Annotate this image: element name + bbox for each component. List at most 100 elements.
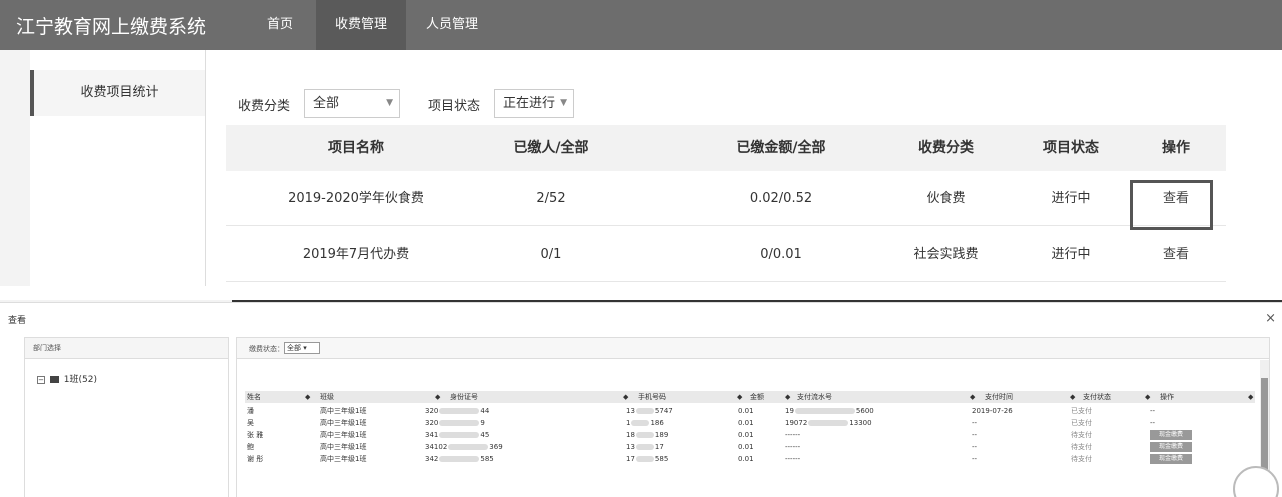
sidebar: 收费项目统计 [30, 50, 206, 286]
table-row: 吴 高中三年级1班 320 9 1 186 0.01 19072 13300 -- 已… [245, 417, 1255, 429]
id-suffix: 44 [480, 407, 490, 415]
folder-icon [49, 376, 59, 383]
col-name[interactable]: 姓名 [247, 391, 261, 403]
close-icon[interactable]: × [1265, 311, 1276, 326]
sidebar-item-fee-stats[interactable]: 收费项目统计 [30, 70, 205, 116]
cell-serial: ------ [785, 431, 801, 439]
redaction [439, 420, 480, 426]
phone-suffix: 186 [650, 419, 664, 427]
phone-prefix: 17 [626, 455, 635, 463]
cell-phone: 13 17 [626, 441, 664, 453]
id-suffix: 9 [480, 419, 485, 427]
col-serial[interactable]: 支付流水号 [797, 391, 832, 403]
nav-home[interactable]: 首页 [250, 0, 310, 50]
cell-pay-status: 待支付 [1071, 443, 1092, 451]
table-row: 谢 彤 高中三年级1班 342 585 17 585 0.01 ------ -- … [245, 453, 1255, 465]
cell-serial: 19072 13300 [785, 417, 872, 429]
id-prefix: 320 [425, 419, 439, 427]
serial-suffix: 13300 [849, 419, 872, 427]
highlight-frame [1130, 180, 1213, 230]
sort-icon[interactable]: ◆ [623, 391, 628, 403]
nav-fee-management[interactable]: 收费管理 [316, 0, 406, 50]
cell-action: -- [1150, 419, 1156, 427]
redaction [439, 408, 480, 414]
id-suffix: 369 [489, 443, 503, 451]
status: 进行中 [1051, 191, 1091, 206]
table-header: 项目名称 已缴人/全部 已缴金额/全部 收费分类 项目状态 操作 [226, 125, 1226, 171]
cell-action: -- [1150, 407, 1156, 415]
cell-pay-status: 已支付 [1071, 419, 1092, 427]
project-name: 2019年7月代办费 [302, 247, 410, 262]
table-row: 潘 高中三年级1班 320 44 13 5747 0.01 19 5600 2019-… [245, 405, 1255, 417]
sort-icon[interactable]: ◆ [435, 391, 440, 403]
cell-amount: 0.01 [738, 443, 754, 451]
cell-pay-time: -- [972, 431, 978, 439]
cell-serial: ------ [785, 455, 801, 463]
col-id-number[interactable]: 身份证号 [450, 391, 478, 403]
col-amount[interactable]: 金额 [750, 391, 764, 403]
cell-pay-status: 已支付 [1071, 407, 1092, 415]
cell-class: 高中三年级1班 [320, 455, 367, 463]
cell-class: 高中三年级1班 [320, 431, 367, 439]
pay-status-select[interactable]: 全部 ▾ [284, 342, 320, 354]
sort-icon[interactable]: ◆ [1248, 391, 1253, 403]
sort-icon[interactable]: ◆ [970, 391, 975, 403]
sort-icon[interactable]: ◆ [737, 391, 742, 403]
tree-node-class[interactable]: − 1班(52) [37, 372, 97, 385]
phone-prefix: 18 [626, 431, 635, 439]
cell-name: 吴 [247, 419, 254, 427]
table-row: 2019-2020学年伙食费 2/52 0.02/0.52 伙食费 进行中 查看 [226, 171, 1226, 226]
main-content: 收费分类 全部 ▼ 项目状态 正在进行 ▼ 项目名称 已缴人/全部 已缴金额/全… [206, 50, 1282, 286]
cell-pay-status: 待支付 [1071, 431, 1092, 439]
collapse-icon[interactable]: − [37, 375, 45, 384]
cell-pay-status: 待支付 [1071, 455, 1092, 463]
category: 伙食费 [926, 191, 966, 206]
status-filter-label: 项目状态 [428, 99, 481, 114]
redaction [439, 432, 480, 438]
view-link[interactable]: 查看 [1146, 227, 1206, 282]
cell-amount: 0.01 [738, 455, 754, 463]
cash-pay-button[interactable]: 现金缴费 [1150, 430, 1192, 440]
cell-class: 高中三年级1班 [320, 407, 367, 415]
status-select[interactable]: 正在进行 ▼ [494, 89, 574, 118]
status: 进行中 [1051, 247, 1091, 262]
col-pay-time[interactable]: 支付时间 [985, 391, 1013, 403]
cell-id-number: 320 44 [425, 405, 489, 417]
cash-pay-button[interactable]: 现金缴费 [1150, 442, 1192, 452]
cell-name: 谢 彤 [247, 455, 264, 463]
category-select[interactable]: 全部 ▼ [304, 89, 400, 118]
col-paid-amount: 已缴金额/全部 [736, 140, 826, 156]
cell-amount: 0.01 [738, 419, 754, 427]
paid-amount: 0.02/0.52 [749, 191, 813, 206]
sort-icon[interactable]: ◆ [785, 391, 790, 403]
col-class[interactable]: 班级 [320, 391, 334, 403]
col-phone[interactable]: 手机号码 [638, 391, 666, 403]
sort-icon[interactable]: ◆ [305, 391, 310, 403]
col-project-name: 项目名称 [328, 140, 384, 156]
paid-amount: 0/0.01 [760, 247, 802, 262]
cash-pay-button[interactable]: 现金缴费 [1150, 454, 1192, 464]
cell-id-number: 342 585 [425, 453, 494, 465]
serial-prefix: 19072 [785, 419, 808, 427]
nav-personnel-management[interactable]: 人员管理 [412, 0, 492, 50]
department-panel-header: 部门选择 [25, 338, 228, 359]
sort-icon[interactable]: ◆ [1070, 391, 1075, 403]
department-panel: 部门选择 − 1班(52) [24, 337, 229, 497]
view-dialog: 查看 × 部门选择 − 1班(52) 缴费状态： 全部 ▾ 姓名 ◆ 班级 ◆ [0, 302, 1282, 497]
col-action: 操作 [1162, 140, 1190, 156]
redaction [635, 456, 654, 462]
phone-suffix: 189 [654, 431, 669, 439]
col-action[interactable]: 操作 [1160, 391, 1174, 403]
id-prefix: 320 [425, 407, 439, 415]
col-pay-status[interactable]: 支付状态 [1083, 391, 1111, 403]
cell-name: 鲍 [247, 443, 254, 451]
app-title: 江宁教育网上缴费系统 [16, 16, 207, 38]
sort-icon[interactable]: ◆ [1145, 391, 1150, 403]
id-prefix: 341 [425, 431, 439, 439]
phone-suffix: 5747 [654, 407, 673, 415]
serial-suffix: 5600 [855, 407, 874, 415]
redaction [439, 456, 480, 462]
status-select-value: 正在进行 [503, 96, 556, 111]
cell-phone: 13 5747 [626, 405, 673, 417]
phone-prefix: 13 [626, 443, 635, 451]
